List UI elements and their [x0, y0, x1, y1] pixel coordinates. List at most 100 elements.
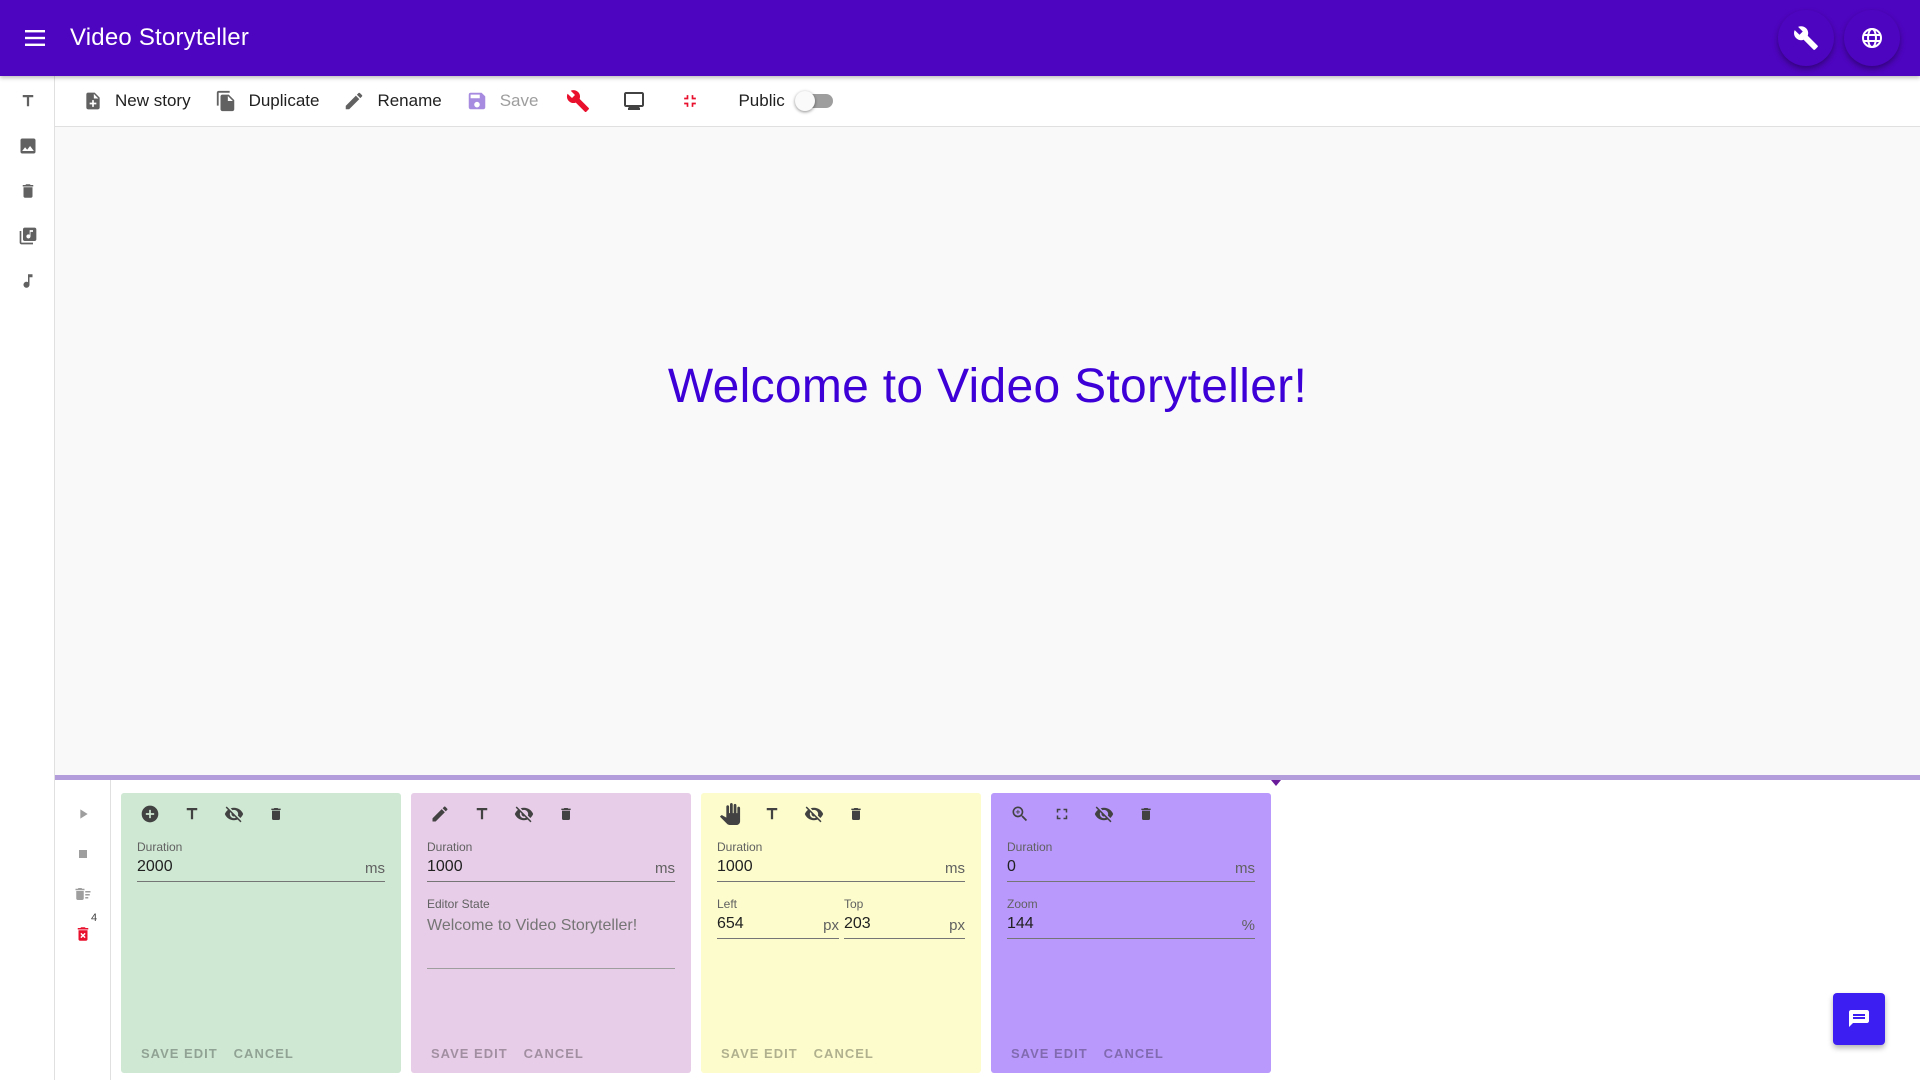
card-delete-button[interactable]	[1125, 799, 1167, 829]
zoom-value[interactable]: 144	[1007, 915, 1242, 938]
tools-button[interactable]	[1778, 10, 1834, 66]
menu-button[interactable]	[14, 16, 58, 60]
delete-forever-icon	[77, 927, 89, 941]
left-value[interactable]: 654	[717, 915, 823, 938]
duration-label: Duration	[137, 840, 183, 854]
clear-list-button[interactable]	[65, 876, 101, 912]
duration-field[interactable]: Duration 1000 ms	[427, 840, 675, 882]
card-type-button[interactable]	[999, 799, 1041, 829]
top-unit: px	[949, 917, 965, 934]
duration-value[interactable]: 1000	[427, 858, 655, 881]
add-music-button[interactable]	[0, 258, 55, 303]
save-edit-button[interactable]: SAVE EDIT	[1011, 1046, 1088, 1061]
save-edit-button[interactable]: SAVE EDIT	[431, 1046, 508, 1061]
cancel-button[interactable]: CANCEL	[1104, 1046, 1164, 1061]
card-hide-button[interactable]	[213, 799, 255, 829]
delete-all-button[interactable]: 4	[65, 912, 101, 952]
card-text-button[interactable]	[751, 799, 793, 829]
duration-field[interactable]: Duration 0 ms	[1007, 840, 1255, 882]
text-icon	[22, 94, 33, 106]
add-text-button[interactable]	[0, 78, 55, 123]
card-type-button[interactable]	[129, 799, 171, 829]
text-icon	[186, 808, 198, 820]
new-story-button[interactable]: New story	[71, 81, 203, 121]
card-hide-button[interactable]	[793, 799, 835, 829]
card-type-button[interactable]	[709, 799, 751, 829]
save-icon	[468, 92, 485, 110]
exit-fullscreen-button[interactable]	[668, 81, 712, 121]
editor-state-field[interactable]: Editor State Welcome to Video Storytelle…	[427, 897, 675, 969]
top-field[interactable]: Top 203 px	[844, 897, 965, 939]
save-edit-button[interactable]: SAVE EDIT	[141, 1046, 218, 1061]
chat-button[interactable]	[1833, 993, 1885, 1045]
wrench-icon	[567, 90, 590, 112]
save-button[interactable]: Save	[454, 81, 551, 121]
card-hide-button[interactable]	[503, 799, 545, 829]
duration-value[interactable]: 2000	[137, 858, 365, 881]
delete-button[interactable]	[0, 168, 55, 213]
cancel-button[interactable]: CANCEL	[234, 1046, 294, 1061]
duration-unit: ms	[655, 860, 675, 877]
welcome-text[interactable]: Welcome to Video Storyteller!	[55, 359, 1920, 414]
trash-icon	[271, 808, 281, 820]
card-hide-button[interactable]	[1083, 799, 1125, 829]
rename-label: Rename	[377, 91, 442, 110]
cancel-button[interactable]: CANCEL	[524, 1046, 584, 1061]
add-circle-icon	[141, 805, 159, 823]
music-note-icon	[23, 273, 32, 288]
story-toolbar: New story Duplicate Rename Save Public	[55, 76, 1920, 127]
fullscreen-icon	[1056, 808, 1068, 820]
card-delete-button[interactable]	[545, 799, 587, 829]
duration-field[interactable]: Duration 2000 ms	[137, 840, 385, 882]
copy-icon	[216, 90, 234, 112]
add-image-button[interactable]	[0, 123, 55, 168]
presentation-button[interactable]	[612, 81, 656, 121]
duplicate-label: Duplicate	[248, 91, 320, 110]
stop-button[interactable]	[65, 836, 101, 872]
hand-icon	[719, 803, 741, 825]
timeline-card-zoom[interactable]: Duration 0 ms Zoom 144% SAVE EDIT CANCEL	[991, 793, 1271, 1073]
playhead-marker[interactable]	[1271, 780, 1281, 786]
stop-icon	[79, 850, 87, 858]
cancel-button[interactable]: CANCEL	[814, 1046, 874, 1061]
left-field[interactable]: Left 654 px	[717, 897, 839, 939]
public-toggle[interactable]	[794, 89, 835, 113]
timeline-card-add[interactable]: Duration 2000 ms SAVE EDIT CANCEL	[121, 793, 401, 1073]
editor-state-value[interactable]: Welcome to Video Storyteller!	[427, 917, 675, 940]
audio-library-button[interactable]	[0, 213, 55, 258]
save-label: Save	[499, 91, 539, 110]
duplicate-button[interactable]: Duplicate	[203, 81, 332, 121]
language-button[interactable]	[1844, 10, 1900, 66]
duration-value[interactable]: 1000	[717, 858, 945, 881]
card-delete-button[interactable]	[255, 799, 297, 829]
play-icon	[80, 809, 88, 819]
timeline-card-edit[interactable]: Duration 1000 ms Editor State Welcome to …	[411, 793, 691, 1073]
card-text-button[interactable]	[171, 799, 213, 829]
visibility-off-icon	[804, 806, 824, 823]
duration-value[interactable]: 0	[1007, 858, 1235, 881]
card-delete-button[interactable]	[835, 799, 877, 829]
card-type-button[interactable]	[419, 799, 461, 829]
card-text-button[interactable]	[461, 799, 503, 829]
wrench-icon	[1794, 26, 1818, 50]
play-button[interactable]	[65, 796, 101, 832]
save-edit-button[interactable]: SAVE EDIT	[721, 1046, 798, 1061]
chat-bubble-icon	[1849, 1010, 1869, 1027]
visibility-off-icon	[514, 806, 534, 823]
timeline-card-move[interactable]: Duration 1000 ms Left 654 px Top 203 px SAV…	[701, 793, 981, 1073]
rename-button[interactable]: Rename	[331, 81, 453, 121]
trash-icon	[561, 808, 571, 820]
zoom-unit: %	[1241, 917, 1255, 934]
top-value[interactable]: 203	[844, 915, 949, 938]
fullscreen-exit-icon	[684, 95, 697, 107]
duration-field[interactable]: Duration 1000 ms	[717, 840, 965, 882]
zoom-label: Zoom	[1007, 897, 1038, 911]
timeline-tools: 4	[55, 780, 111, 1080]
zoom-field[interactable]: Zoom 144%	[1007, 897, 1255, 939]
globe-icon	[1862, 28, 1882, 48]
story-canvas[interactable]: Welcome to Video Storyteller!	[55, 127, 1920, 775]
left-unit: px	[823, 917, 839, 934]
dev-tools-button[interactable]	[556, 81, 600, 121]
visibility-off-icon	[224, 806, 244, 823]
card-fullscreen-button[interactable]	[1041, 799, 1083, 829]
